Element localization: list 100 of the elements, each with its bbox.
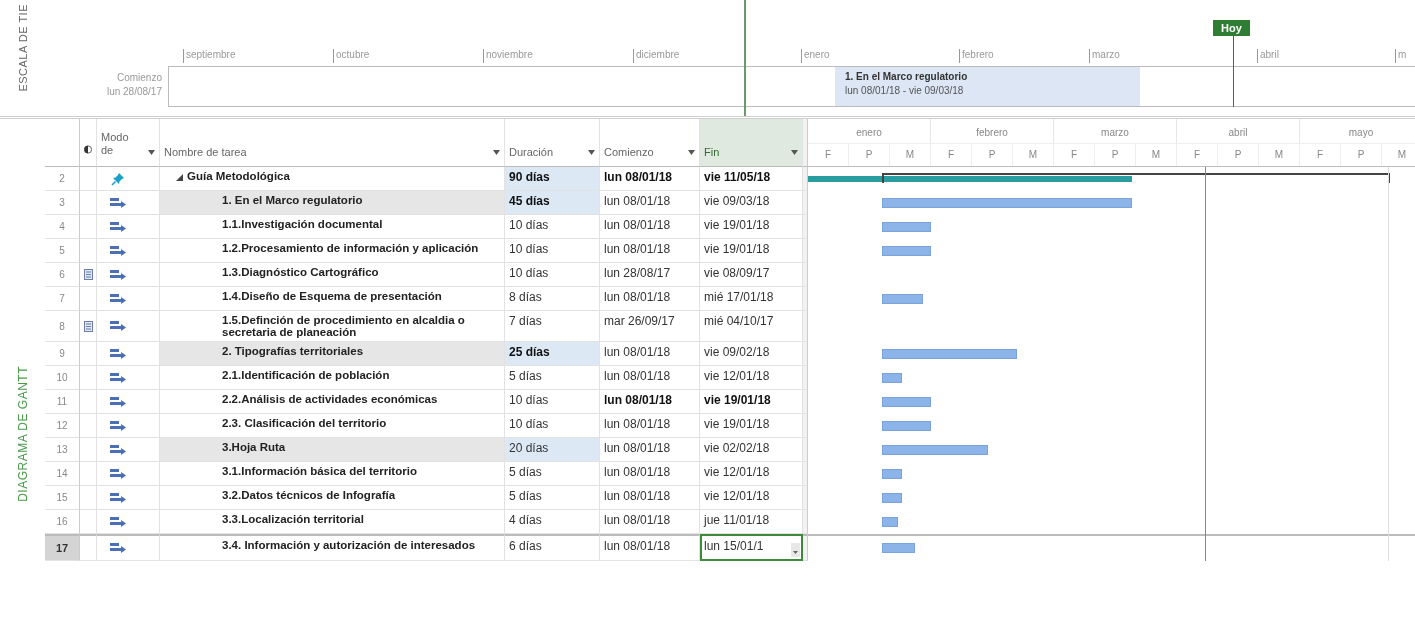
today-flag: Hoy	[1213, 20, 1250, 36]
start-cell: lun 08/01/18	[600, 438, 700, 462]
period-label: M	[890, 143, 931, 166]
column-header[interactable]: Modo de	[97, 119, 160, 167]
split-bar[interactable]	[803, 438, 808, 462]
row-number: 7	[45, 287, 80, 311]
timeline-month-label: abril	[1257, 49, 1395, 63]
period-label: M	[1136, 143, 1177, 166]
task-name: 2.3. Clasificación del territorio	[222, 417, 387, 429]
start-cell: lun 08/01/18	[600, 414, 700, 438]
split-bar[interactable]	[803, 167, 808, 191]
duration-cell: 90 días	[505, 167, 600, 191]
split-bar[interactable]	[803, 510, 808, 534]
row-number: 6	[45, 263, 80, 287]
period-label: P	[1095, 143, 1136, 166]
split-bar[interactable]	[803, 119, 808, 167]
duration-cell: 10 días	[505, 390, 600, 414]
split-bar[interactable]	[803, 263, 808, 287]
row-number: 8	[45, 311, 80, 342]
caret-icon[interactable]	[148, 150, 155, 155]
task-bar[interactable]	[881, 373, 903, 383]
task-name: 3.Hoja Ruta	[222, 441, 286, 453]
split-bar[interactable]	[803, 311, 808, 342]
duration-cell: 25 días	[505, 342, 600, 366]
summary-bracket[interactable]	[881, 173, 1391, 183]
caret-icon[interactable]	[493, 150, 500, 155]
task-name: 3.2.Datos técnicos de Infografía	[222, 489, 396, 501]
column-header[interactable]: Fin	[700, 119, 803, 167]
split-bar[interactable]	[803, 486, 808, 510]
period-label: F	[1054, 143, 1095, 166]
split-bar[interactable]	[803, 287, 808, 311]
timeline-start-date: lun 28/08/17	[106, 86, 162, 97]
duration-cell: 10 días	[505, 263, 600, 287]
start-cell: lun 08/01/18	[600, 215, 700, 239]
start-cell: lun 08/01/18	[600, 486, 700, 510]
task-bar[interactable]	[881, 349, 1018, 359]
start-cell: lun 08/01/18	[600, 390, 700, 414]
start-cell: lun 08/01/18	[600, 342, 700, 366]
split-bar[interactable]	[803, 342, 808, 366]
timeline-task-bar[interactable]: 1. En el Marco regulatorio lun 08/01/18 - vie 09/03/18	[835, 67, 1140, 106]
split-bar[interactable]	[803, 462, 808, 486]
period-label: P	[1341, 143, 1382, 166]
task-bar[interactable]	[881, 493, 903, 503]
task-bar[interactable]	[881, 517, 899, 527]
split-bar[interactable]	[803, 390, 808, 414]
task-bar[interactable]	[881, 246, 931, 256]
month-label: marzo	[1054, 119, 1177, 143]
row-number: 10	[45, 366, 80, 390]
period-label: F	[808, 143, 849, 166]
month-label: mayo	[1300, 119, 1415, 143]
timeline-month-label: febrero	[959, 49, 1089, 63]
finish-cell: lun 15/01/1	[700, 534, 803, 561]
split-bar[interactable]	[803, 414, 808, 438]
task-bar[interactable]	[881, 445, 989, 455]
info-icon	[84, 144, 92, 155]
month-label: febrero	[931, 119, 1054, 143]
task-name: 1.1.Investigación documental	[222, 218, 383, 230]
split-bar[interactable]	[803, 215, 808, 239]
duration-cell: 5 días	[505, 462, 600, 486]
month-label: abril	[1177, 119, 1300, 143]
duration-cell: 20 días	[505, 438, 600, 462]
task-bar[interactable]	[881, 469, 903, 479]
start-cell: lun 08/01/18	[600, 239, 700, 263]
start-cell: mar 26/09/17	[600, 311, 700, 342]
timeline-month-label: septiembre	[183, 49, 333, 63]
duration-cell: 10 días	[505, 215, 600, 239]
task-bar[interactable]	[881, 198, 1132, 208]
task-name: 3.4. Información y autorización de interesados	[222, 539, 476, 551]
task-bar[interactable]	[881, 543, 915, 553]
duration-cell: 5 días	[505, 486, 600, 510]
collapse-triangle-icon[interactable]	[176, 174, 183, 181]
timeline-task-name: 1. En el Marco regulatorio	[845, 71, 969, 82]
task-name: 1.5.Definción de procedimiento en alcaldia o secretaria de planeación	[222, 314, 466, 338]
task-name: 2.1.Identificación de población	[222, 369, 390, 381]
column-header[interactable]: Nombre de tarea	[160, 119, 505, 167]
task-bar[interactable]	[881, 294, 923, 304]
caret-icon[interactable]	[688, 150, 695, 155]
row-number: 5	[45, 239, 80, 263]
split-bar[interactable]	[803, 366, 808, 390]
duration-cell: 6 días	[505, 534, 600, 561]
start-cell: lun 08/01/18	[600, 191, 700, 215]
period-label: M	[1013, 143, 1054, 166]
split-bar[interactable]	[803, 191, 808, 215]
task-bar[interactable]	[881, 421, 931, 431]
spinner-icon[interactable]	[791, 543, 800, 557]
task-name: Guía Metodológica	[187, 170, 290, 182]
row-number: 14	[45, 462, 80, 486]
caret-icon[interactable]	[588, 150, 595, 155]
period-label: P	[972, 143, 1013, 166]
timeline-start-label: Comienzo	[116, 72, 162, 83]
split-bar[interactable]	[803, 239, 808, 263]
timeline-side-label: ESCALA DE TIE	[16, 4, 29, 92]
duration-cell: 4 días	[505, 510, 600, 534]
row-number: 17	[45, 534, 80, 561]
task-bar[interactable]	[881, 222, 931, 232]
task-bar[interactable]	[881, 397, 931, 407]
period-label: F	[931, 143, 972, 166]
month-label: enero	[808, 119, 931, 143]
caret-icon[interactable]	[791, 150, 798, 155]
timeline-month-label: octubre	[333, 49, 483, 63]
